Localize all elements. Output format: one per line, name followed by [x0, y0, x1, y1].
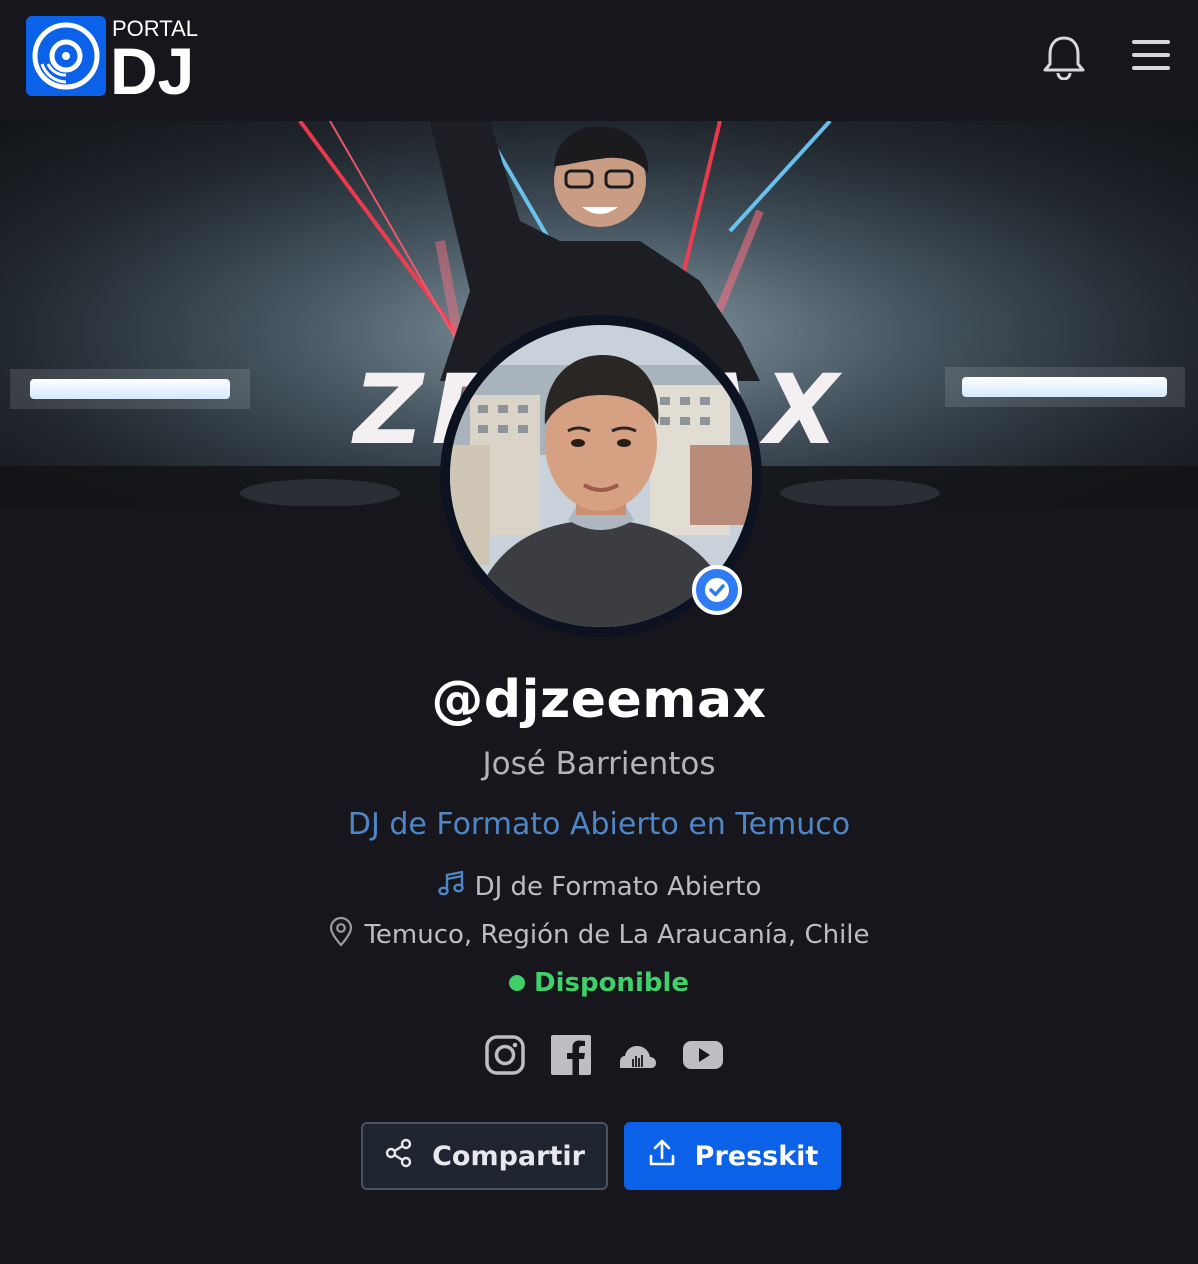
portal-dj-logo[interactable]: PORTAL DJ — [26, 14, 236, 108]
hamburger-menu-icon[interactable] — [1130, 38, 1174, 74]
logo-dj-text: DJ — [110, 34, 194, 98]
status-text: Disponible — [533, 968, 690, 998]
presskit-button[interactable]: Presskit — [624, 1122, 841, 1190]
share-button[interactable]: Compartir — [361, 1122, 608, 1190]
facebook-icon[interactable] — [550, 1034, 592, 1076]
top-bar: PORTAL DJ — [0, 0, 1198, 121]
soundcloud-icon[interactable] — [616, 1034, 658, 1076]
share-button-label: Compartir — [432, 1140, 585, 1172]
profile-location: Temuco, Región de La Araucanía, Chile — [0, 916, 1198, 954]
upload-icon — [647, 1138, 677, 1175]
location-text: Temuco, Región de La Araucanía, Chile — [364, 920, 870, 950]
status-dot-icon — [508, 975, 525, 991]
profile-genre: DJ de Formato Abierto — [0, 868, 1198, 906]
profile-handle: @djzeemax — [431, 670, 767, 730]
bell-icon[interactable] — [1040, 34, 1088, 81]
instagram-icon[interactable] — [484, 1034, 526, 1076]
status-badge: Disponible — [0, 964, 1198, 1002]
genre-text: DJ de Formato Abierto — [474, 872, 762, 902]
profile-tagline[interactable]: DJ de Formato Abierto en Temuco — [0, 807, 1198, 842]
share-icon — [384, 1138, 414, 1175]
social-links — [484, 1032, 724, 1078]
presskit-button-label: Presskit — [694, 1140, 819, 1172]
verified-badge-icon — [692, 565, 742, 615]
profile-avatar-frame — [440, 315, 762, 637]
location-pin-icon — [328, 916, 354, 954]
profile-real-name: José Barrientos — [482, 746, 716, 782]
music-note-icon — [437, 870, 465, 905]
youtube-icon[interactable] — [682, 1034, 724, 1076]
